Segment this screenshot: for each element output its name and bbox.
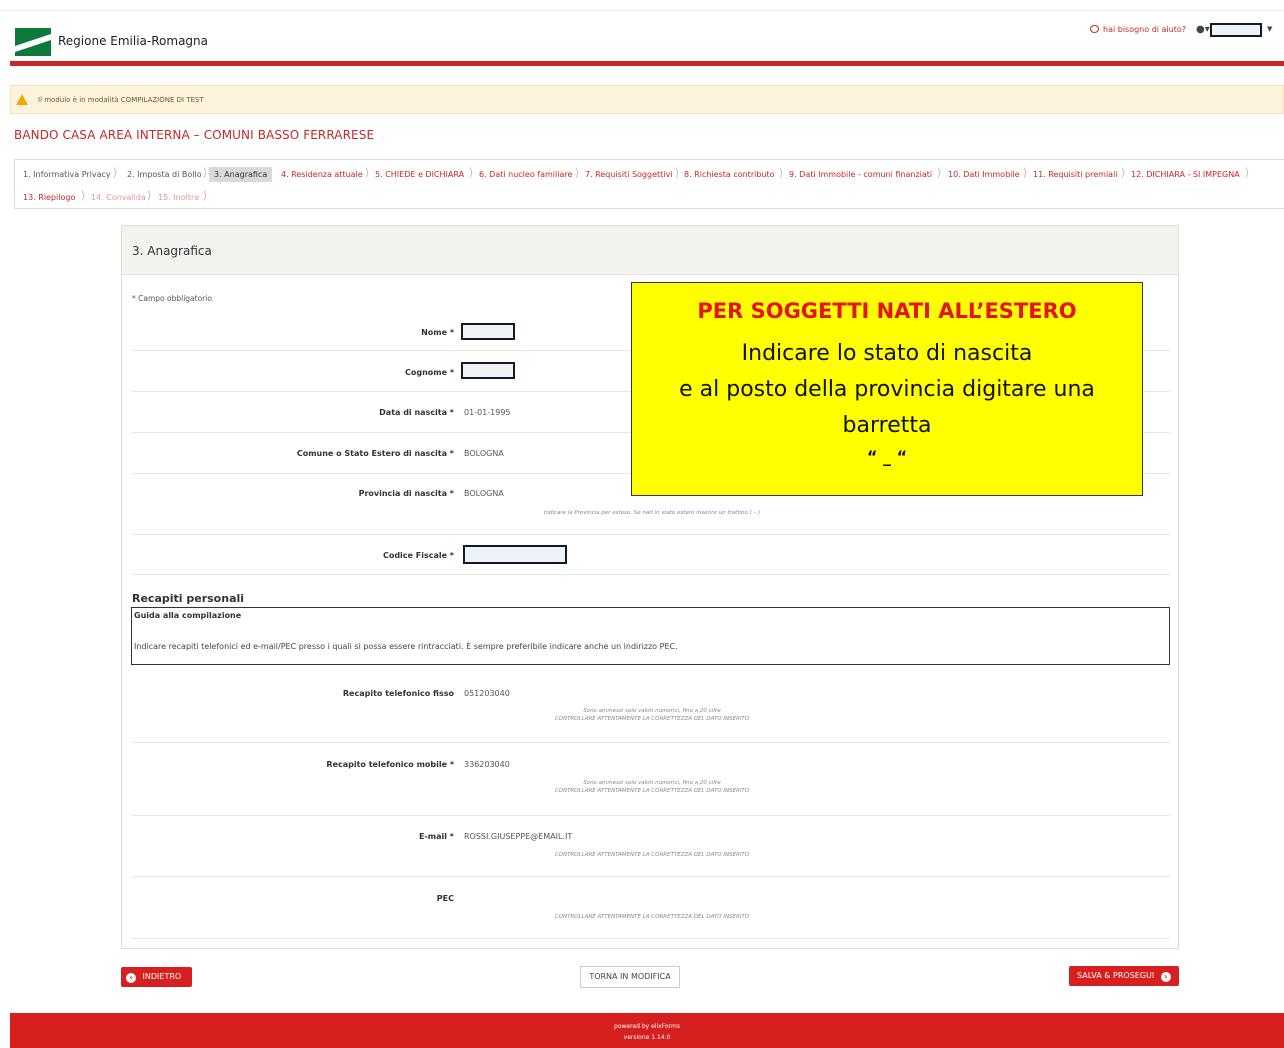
regione-logo-icon (15, 28, 51, 56)
page-footer: powered by elixForms versione 1.14.0 (10, 1013, 1284, 1048)
chevron-right-icon: ⟩ (675, 166, 680, 179)
recapiti-title: Recapiti personali (132, 592, 245, 605)
chevron-right-icon: ⟩ (937, 166, 942, 179)
save-button-label: SALVA & PROSEGUI (1077, 971, 1155, 980)
panel-title: 3. Anagrafica (132, 244, 212, 258)
provincia-nascita-label: Provincia di nascita * (358, 489, 454, 498)
header-divider (10, 61, 1284, 66)
step-14: 14. Convalida (91, 193, 146, 202)
panel-header: 3. Anagrafica (122, 226, 1178, 275)
row-divider (132, 574, 1170, 575)
arrow-right-icon: › (1160, 972, 1171, 982)
step-6[interactable]: 6. Dati nucleo familiare (479, 170, 572, 179)
chevron-right-icon: ⟩ (1121, 166, 1126, 179)
estero-callout: PER SOGGETTI NATI ALL’ESTERO Indicare lo… (631, 282, 1143, 496)
guida-text: Indicare recapiti telefonici ed e-mail/P… (134, 642, 678, 651)
save-continue-button[interactable]: SALVA & PROSEGUI › (1069, 966, 1179, 986)
step-9[interactable]: 9. Dati Immobile - comuni finanziati (789, 170, 932, 179)
tel-mobile-hint2: CONTROLLARE ATTENTAMENTE LA CORRETTEZZA … (554, 788, 750, 794)
chevron-right-icon: ⟩ (365, 166, 370, 179)
chevron-right-icon: ⟩ (113, 166, 118, 179)
tel-mobile-hint1: Sono ammessi solo valori numerici, fino … (583, 780, 721, 786)
callout-headline: PER SOGGETTI NATI ALL’ESTERO (697, 299, 1077, 323)
row-divider (132, 876, 1170, 877)
required-note: * Campo obbligatorio (132, 294, 212, 303)
comune-nascita-value[interactable]: BOLOGNA (464, 449, 504, 458)
chevron-right-icon: ⟩ (779, 166, 784, 179)
tel-mobile-value[interactable]: 336203040 (464, 760, 510, 769)
help-link-label: hai bisogno di aiuto? (1103, 25, 1187, 34)
user-icon[interactable]: ●▾ (1196, 24, 1210, 35)
email-value[interactable]: ROSSI.GIUSEPPE@EMAIL.IT (464, 832, 572, 841)
step-12[interactable]: 12. DICHIARA - SI IMPEGNA (1131, 170, 1240, 179)
pec-hint: CONTROLLARE ATTENTAMENTE LA CORRETTEZZA … (554, 914, 750, 920)
provincia-nascita-value[interactable]: BOLOGNA (464, 489, 504, 498)
guida-box: Guida alla compilazione Indicare recapit… (131, 607, 1170, 665)
step-4[interactable]: 4. Residenza attuale (281, 170, 363, 179)
chevron-right-icon: ⟩ (1245, 166, 1250, 179)
email-label: E-mail * (419, 832, 454, 841)
callout-line4: “ _ “ (866, 447, 908, 466)
cognome-label: Cognome * (404, 368, 454, 377)
callout-line2: e al posto della provincia digitare una (679, 377, 1095, 402)
alert-text: Il modulo è in modalità COMPILAZIONE DI … (38, 96, 204, 104)
cognome-input-redacted[interactable] (461, 362, 515, 379)
arrow-left-icon: ‹ (126, 973, 136, 983)
wizard-steps: 1. Informativa Privacy ⟩ 2. Imposta di B… (14, 159, 1284, 209)
nome-label: Nome * (421, 328, 454, 337)
comune-nascita-label: Comune o Stato Estero di nascita * (296, 449, 454, 458)
pec-label: PEC (436, 894, 454, 903)
chevron-right-icon: ⟩ (147, 189, 152, 202)
step-13[interactable]: 13. Riepilogo (23, 193, 75, 202)
step-11[interactable]: 11. Requisiti premiali (1033, 170, 1118, 179)
step-1[interactable]: 1. Informativa Privacy (23, 170, 111, 179)
chevron-right-icon: ⟩ (203, 189, 208, 202)
nome-input-redacted[interactable] (461, 323, 515, 340)
step-5[interactable]: 5. CHIEDE e DICHIARA (375, 170, 464, 179)
tel-fisso-label: Recapito telefonico fisso (342, 689, 454, 698)
codice-fiscale-input-redacted[interactable] (463, 545, 567, 564)
bando-title: BANDO CASA AREA INTERNA – COMUNI BASSO F… (14, 128, 375, 142)
edit-button[interactable]: TORNA IN MODIFICA (580, 966, 680, 988)
help-link[interactable]: hai bisogno di aiuto? (1090, 25, 1186, 34)
provincia-hint: Indicare la Provincia per esteso. Se nat… (543, 510, 761, 516)
chevron-right-icon: ⟩ (469, 166, 474, 179)
logo-text[interactable]: Regione Emilia-Romagna (58, 34, 208, 48)
chat-bubble-icon (1090, 25, 1099, 33)
footer-version: versione 1.14.0 (623, 1034, 671, 1041)
chevron-right-icon: ⟩ (81, 189, 86, 202)
test-mode-alert: Il modulo è in modalità COMPILAZIONE DI … (10, 85, 1284, 114)
caret-down-icon[interactable]: ▼ (1267, 25, 1272, 33)
step-3-active[interactable]: 3. Anagrafica (209, 167, 273, 182)
email-hint: CONTROLLARE ATTENTAMENTE LA CORRETTEZZA … (554, 852, 750, 858)
user-menu-redacted[interactable] (1210, 23, 1262, 37)
back-button[interactable]: ‹ INDIETRO (121, 967, 192, 987)
top-header: Regione Emilia-Romagna hai bisogno di ai… (0, 10, 1284, 62)
footer-powered-by[interactable]: powered by elixForms (10, 1023, 1284, 1030)
tel-fisso-value[interactable]: 051203040 (464, 689, 510, 698)
warning-icon (16, 94, 28, 105)
row-divider (132, 938, 1170, 939)
codice-fiscale-label: Codice Fiscale * (382, 551, 454, 560)
step-15: 15. Inoltra (158, 193, 200, 202)
data-nascita-label: Data di nascita * (379, 408, 454, 417)
callout-line3: barretta (842, 413, 932, 438)
step-7[interactable]: 7. Requisiti Soggettivi (585, 170, 672, 179)
row-divider (132, 534, 1170, 535)
step-8[interactable]: 8. Richiesta contributo (684, 170, 775, 179)
data-nascita-value[interactable]: 01-01-1995 (464, 408, 511, 417)
chevron-right-icon: ⟩ (1023, 166, 1028, 179)
row-divider (132, 815, 1170, 816)
callout-line1: Indicare lo stato di nascita (741, 341, 1033, 366)
guida-title: Guida alla compilazione (134, 611, 242, 620)
back-button-label: INDIETRO (142, 972, 182, 981)
step-2[interactable]: 2. Imposta di Bollo (127, 170, 202, 179)
step-10[interactable]: 10. Dati Immobile (948, 170, 1020, 179)
tel-mobile-label: Recapito telefonico mobile * (326, 760, 454, 769)
tel-fisso-hint1: Sono ammessi solo valori numerici, fino … (583, 708, 721, 714)
chevron-right-icon: ⟩ (575, 166, 580, 179)
tel-fisso-hint2: CONTROLLARE ATTENTAMENTE LA CORRETTEZZA … (554, 716, 750, 722)
row-divider (132, 742, 1170, 743)
